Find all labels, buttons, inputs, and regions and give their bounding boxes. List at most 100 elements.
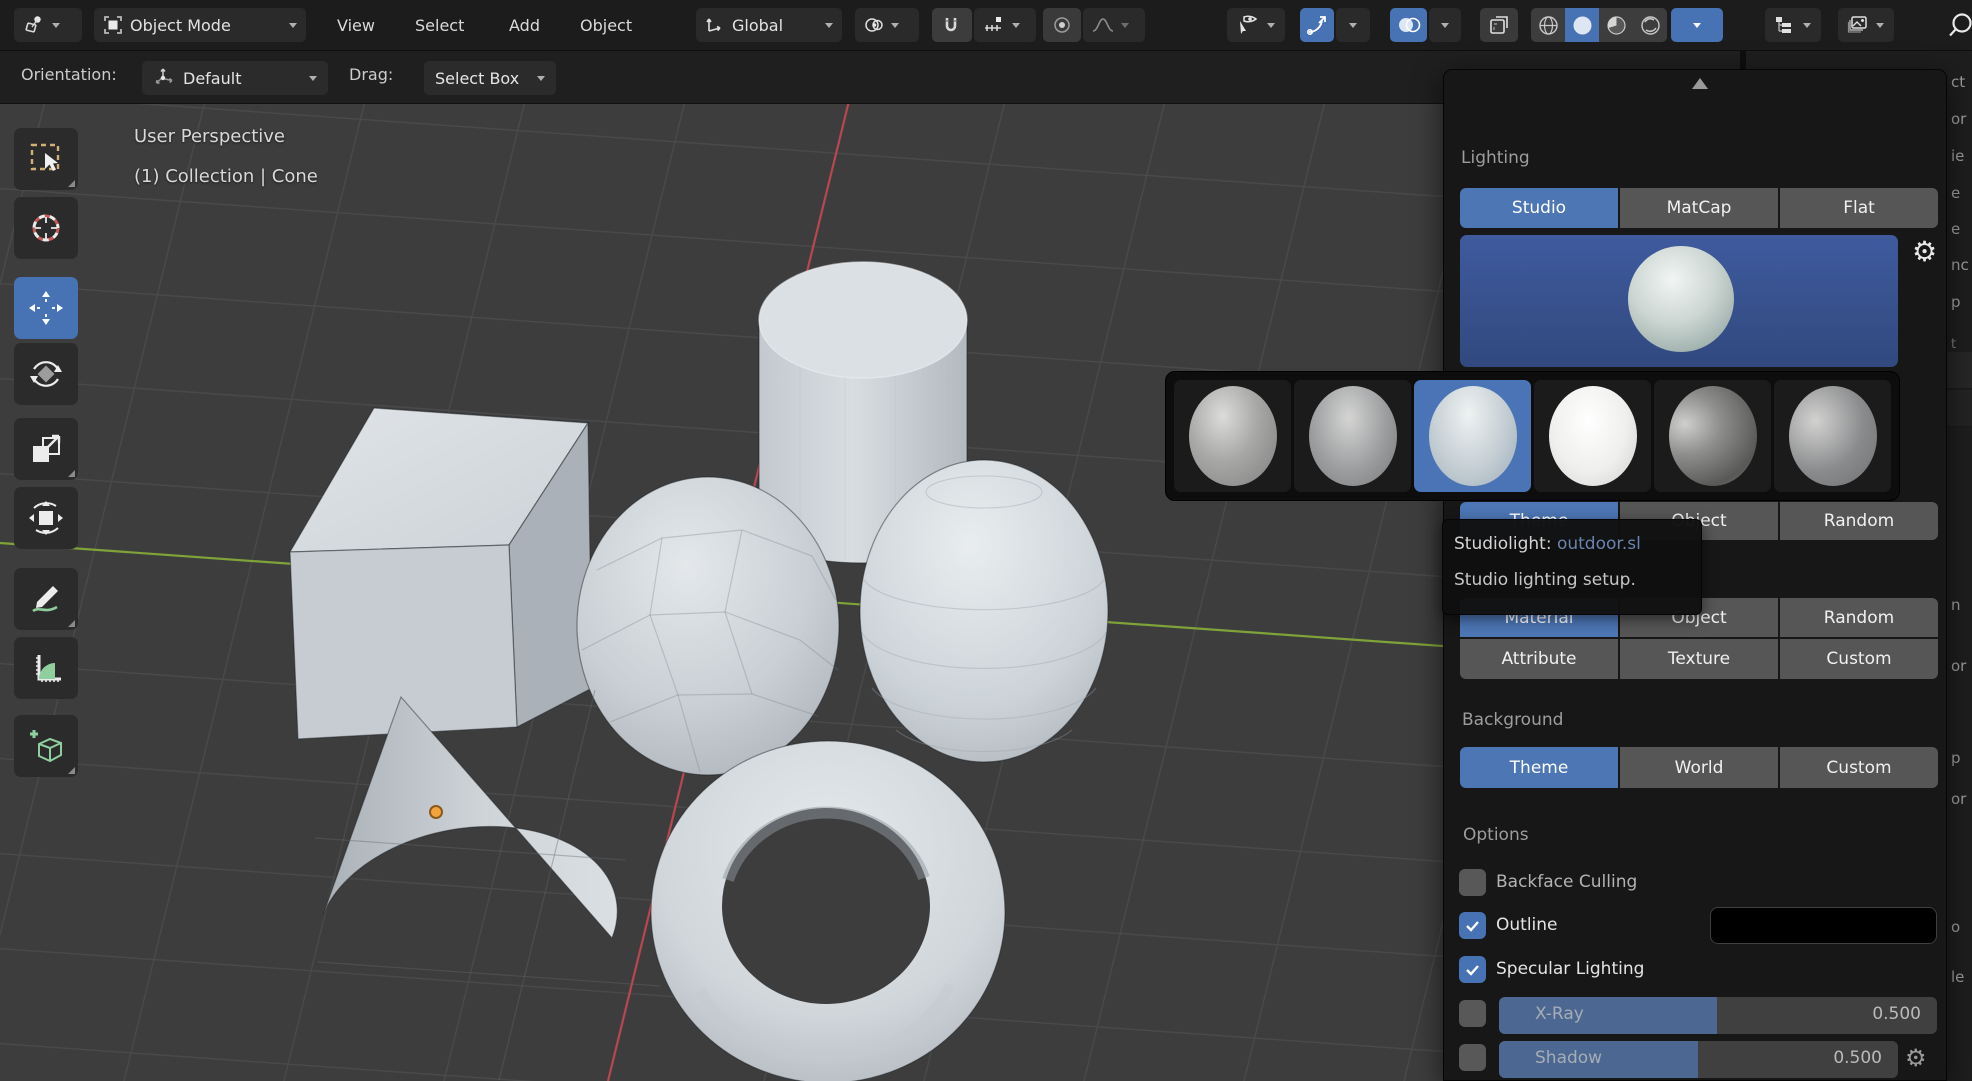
proportional-editing-toggle[interactable] bbox=[1043, 8, 1081, 42]
object-torus[interactable] bbox=[651, 741, 1005, 1081]
filter-icon bbox=[1847, 15, 1869, 35]
tool-move[interactable] bbox=[14, 277, 78, 339]
tool-add-cube[interactable] bbox=[14, 715, 78, 777]
object-mode-icon bbox=[103, 15, 123, 35]
editor-type-icon bbox=[23, 15, 45, 35]
drag-mode-dropdown[interactable]: Select Box bbox=[424, 61, 556, 95]
visibility-dropdown[interactable] bbox=[1227, 8, 1285, 42]
menu-select[interactable]: Select bbox=[409, 8, 470, 42]
tab-color-custom[interactable]: Custom bbox=[1780, 639, 1938, 679]
specular-lighting-label: Specular Lighting bbox=[1496, 959, 1644, 979]
scale-icon bbox=[27, 430, 65, 468]
chevron-down-icon bbox=[537, 76, 545, 81]
tool-measure[interactable] bbox=[14, 637, 78, 699]
studiolight-thumb-2[interactable] bbox=[1294, 380, 1411, 492]
studiolight-thumb-6[interactable] bbox=[1774, 380, 1891, 492]
tab-wire-random[interactable]: Random bbox=[1780, 502, 1938, 540]
object-mode-dropdown[interactable]: Object Mode bbox=[94, 8, 306, 42]
xray-toggle[interactable] bbox=[1480, 8, 1518, 42]
outliner-filter-button[interactable] bbox=[1838, 8, 1894, 42]
options-section-label: Options bbox=[1463, 825, 1529, 845]
outliner-row-fragment: or bbox=[1951, 110, 1966, 128]
overlays-settings-dropdown[interactable] bbox=[1429, 8, 1461, 42]
snap-settings-dropdown[interactable] bbox=[974, 8, 1036, 42]
move-icon bbox=[27, 289, 65, 327]
object-icosphere[interactable] bbox=[577, 477, 839, 775]
outliner-row[interactable] bbox=[1947, 352, 1972, 389]
viewport-collection-label: (1) Collection | Cone bbox=[134, 166, 318, 187]
shading-wireframe-button[interactable] bbox=[1531, 8, 1565, 42]
transform-icon bbox=[26, 498, 66, 538]
show-overlays-toggle[interactable] bbox=[1390, 8, 1427, 42]
add-cube-icon bbox=[26, 726, 66, 766]
studiolight-preview[interactable] bbox=[1460, 235, 1898, 367]
menu-object[interactable]: Object bbox=[574, 8, 638, 42]
shadow-settings-gear-icon[interactable]: ⚙ bbox=[1905, 1046, 1927, 1070]
gizmo-settings-dropdown[interactable] bbox=[1336, 8, 1370, 42]
tab-matcap[interactable]: MatCap bbox=[1620, 188, 1778, 228]
tool-corner-indicator bbox=[68, 180, 75, 187]
shading-rendered-button[interactable] bbox=[1633, 8, 1667, 42]
show-gizmo-toggle[interactable] bbox=[1300, 8, 1334, 42]
chevron-down-icon bbox=[309, 76, 317, 81]
studiolight-thumb-4[interactable] bbox=[1534, 380, 1651, 492]
pivot-point-dropdown[interactable] bbox=[855, 8, 919, 42]
outliner-row-fragment: nc bbox=[1951, 256, 1969, 274]
snap-toggle-button[interactable] bbox=[932, 8, 972, 42]
chevron-down-icon bbox=[289, 23, 297, 28]
object-uv-sphere[interactable] bbox=[860, 460, 1108, 762]
shading-popover-dropdown[interactable] bbox=[1671, 8, 1723, 42]
tool-rotate[interactable] bbox=[14, 343, 78, 405]
proportional-falloff-dropdown[interactable] bbox=[1083, 8, 1145, 42]
tool-transform[interactable] bbox=[14, 487, 78, 549]
tool-annotate[interactable] bbox=[14, 568, 78, 630]
shading-solid-button[interactable] bbox=[1565, 8, 1599, 42]
tab-color-texture[interactable]: Texture bbox=[1620, 639, 1778, 679]
outliner-row-fragment: ct bbox=[1951, 73, 1965, 91]
tab-studio[interactable]: Studio bbox=[1460, 188, 1618, 228]
studiolight-thumb-3-selected[interactable] bbox=[1414, 380, 1531, 492]
shading-material-button[interactable] bbox=[1599, 8, 1633, 42]
object-origin-dot bbox=[430, 806, 442, 818]
chevron-down-icon bbox=[52, 23, 60, 28]
tab-bg-custom[interactable]: Custom bbox=[1780, 747, 1938, 788]
outliner-row-fragment: e bbox=[1951, 184, 1960, 202]
studiolight-sphere bbox=[1669, 386, 1757, 486]
transform-orientation-dropdown[interactable]: Global bbox=[696, 8, 842, 42]
tab-flat[interactable]: Flat bbox=[1780, 188, 1938, 228]
tab-color-random[interactable]: Random bbox=[1780, 598, 1938, 637]
tab-bg-theme[interactable]: Theme bbox=[1460, 747, 1618, 788]
backface-culling-checkbox[interactable] bbox=[1459, 869, 1486, 896]
xray-checkbox[interactable] bbox=[1459, 1000, 1486, 1027]
tab-color-attribute[interactable]: Attribute bbox=[1460, 639, 1618, 679]
studiolight-thumb-1[interactable] bbox=[1174, 380, 1291, 492]
shadow-slider[interactable]: Shadow 0.500 bbox=[1499, 1041, 1898, 1078]
tab-bg-world[interactable]: World bbox=[1620, 747, 1778, 788]
backface-culling-label: Backface Culling bbox=[1496, 872, 1637, 892]
viewport-perspective-label: User Perspective bbox=[134, 126, 285, 147]
tool-cursor[interactable] bbox=[14, 197, 78, 259]
outline-color-swatch[interactable] bbox=[1710, 907, 1937, 944]
tool-scale[interactable] bbox=[14, 418, 78, 480]
outliner-row[interactable] bbox=[1947, 390, 1972, 427]
outline-checkbox[interactable] bbox=[1459, 912, 1486, 939]
menu-view[interactable]: View bbox=[331, 8, 381, 42]
chevron-down-icon bbox=[1876, 23, 1884, 28]
xray-slider[interactable]: X-Ray 0.500 bbox=[1499, 997, 1937, 1034]
orientation-label: Orientation: bbox=[21, 65, 117, 84]
tool-select-box[interactable] bbox=[14, 128, 78, 190]
orientation-default-dropdown[interactable]: Default bbox=[142, 61, 328, 95]
shadow-checkbox[interactable] bbox=[1459, 1044, 1486, 1071]
studiolight-thumb-5[interactable] bbox=[1654, 380, 1771, 492]
falloff-curve-icon bbox=[1092, 16, 1114, 34]
studiolight-settings-gear-icon[interactable]: ⚙ bbox=[1912, 238, 1937, 266]
outliner-editor-type-button[interactable] bbox=[1765, 8, 1821, 42]
tooltip-title-value: outdoor.sl bbox=[1557, 534, 1641, 554]
rendered-shading-icon bbox=[1640, 15, 1661, 36]
tool-corner-indicator bbox=[68, 620, 75, 627]
specular-lighting-checkbox[interactable] bbox=[1459, 956, 1486, 983]
menu-add[interactable]: Add bbox=[503, 8, 546, 42]
outliner-search-button[interactable] bbox=[1938, 12, 1972, 38]
popover-collapse-arrow[interactable] bbox=[1692, 78, 1708, 89]
editor-type-button[interactable] bbox=[14, 8, 82, 42]
